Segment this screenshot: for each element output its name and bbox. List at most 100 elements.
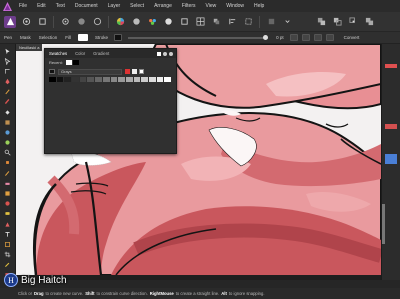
line-style-button[interactable] xyxy=(289,34,298,41)
transparency-tool-icon[interactable] xyxy=(3,117,13,127)
cap-style-button[interactable] xyxy=(301,34,310,41)
menu-text[interactable]: Text xyxy=(51,0,70,12)
recent-swatch[interactable] xyxy=(65,60,72,65)
node-tool-icon[interactable] xyxy=(3,56,13,66)
frame-text-icon[interactable] xyxy=(3,239,13,249)
gray-swatch[interactable] xyxy=(141,77,148,82)
fill-color-swatch[interactable] xyxy=(132,69,137,74)
none-swatch-icon[interactable] xyxy=(125,69,130,74)
erase-tool-icon[interactable] xyxy=(3,178,13,188)
app-logo-icon[interactable] xyxy=(0,0,14,12)
mode-mask-button[interactable]: Mask xyxy=(16,35,35,40)
gray-swatch[interactable] xyxy=(125,77,133,82)
menu-select[interactable]: Select xyxy=(125,0,149,12)
view-tool-icon[interactable] xyxy=(3,138,13,148)
fx-icon[interactable] xyxy=(162,16,174,28)
scrollbar[interactable] xyxy=(382,204,385,244)
color-wheel-icon[interactable] xyxy=(114,16,126,28)
view-mode-icon[interactable] xyxy=(91,16,103,28)
menu-help[interactable]: Help xyxy=(249,0,269,12)
menu-file[interactable]: File xyxy=(14,0,32,12)
arrange-icon[interactable] xyxy=(210,16,222,28)
grid-icon[interactable] xyxy=(194,16,206,28)
palette-icon[interactable] xyxy=(146,16,158,28)
tab-swatches[interactable]: Swatches xyxy=(45,51,71,56)
gray-swatch[interactable] xyxy=(110,77,118,82)
place-tool-icon[interactable] xyxy=(3,127,13,137)
main-toolbar xyxy=(0,12,400,32)
gray-swatch[interactable] xyxy=(95,77,102,82)
move-tool-icon[interactable] xyxy=(3,46,13,56)
view-toggle-icon[interactable] xyxy=(265,16,277,28)
selected-swatch[interactable] xyxy=(385,154,397,164)
gray-swatch[interactable] xyxy=(87,77,95,82)
fill-swatch[interactable] xyxy=(78,34,89,41)
pen-tool-icon[interactable] xyxy=(3,77,13,87)
join-style-button[interactable] xyxy=(313,34,322,41)
boolean-subtract-icon[interactable] xyxy=(331,16,343,28)
document-tab[interactable]: Neuillaski a xyxy=(16,44,43,51)
color-mode-icon[interactable] xyxy=(163,51,167,56)
status-key-rightmouse: RightMouse xyxy=(149,291,174,296)
text-tool-icon[interactable] xyxy=(3,229,13,239)
rectangle-tool-icon[interactable] xyxy=(3,188,13,198)
eyedropper-icon[interactable] xyxy=(157,51,161,56)
corner-tool-icon[interactable] xyxy=(3,66,13,76)
rounded-rect-icon[interactable] xyxy=(3,209,13,219)
eyedropper-icon[interactable] xyxy=(3,260,13,270)
layers-icon[interactable] xyxy=(178,16,190,28)
designer-persona-button[interactable] xyxy=(4,15,16,28)
gray-swatch[interactable] xyxy=(148,77,156,82)
menu-layer[interactable]: Layer xyxy=(103,0,126,12)
snap-button[interactable] xyxy=(325,34,334,41)
brush-color-icon[interactable] xyxy=(130,16,142,28)
boolean-add-icon[interactable] xyxy=(315,16,327,28)
boolean-intersect-icon[interactable] xyxy=(347,16,359,28)
align-icon[interactable] xyxy=(226,16,238,28)
menu-filters[interactable]: Filters xyxy=(177,0,201,12)
menu-edit[interactable]: Edit xyxy=(32,0,51,12)
convert-button[interactable]: Convert xyxy=(340,35,364,40)
menu-document[interactable]: Document xyxy=(70,0,103,12)
gray-swatch[interactable] xyxy=(56,77,64,82)
palette-select[interactable]: Grays xyxy=(58,68,122,75)
selection-button[interactable]: Selection xyxy=(35,35,62,40)
recent-swatch[interactable] xyxy=(72,60,79,65)
boolean-xor-icon[interactable] xyxy=(363,16,375,28)
stroke-swatch[interactable] xyxy=(114,34,123,41)
recent-label: Recent: xyxy=(49,60,63,65)
snapping-icon[interactable] xyxy=(75,16,87,28)
menu-arrange[interactable]: Arrange xyxy=(149,0,177,12)
chevron-down-icon[interactable] xyxy=(281,16,293,28)
gray-swatch[interactable] xyxy=(133,77,141,82)
vector-brush-icon[interactable] xyxy=(3,97,13,107)
stroke-width-slider[interactable] xyxy=(128,34,269,40)
tab-color[interactable]: Color xyxy=(71,51,89,56)
document-setup-icon[interactable] xyxy=(59,16,71,28)
stroke-width-value[interactable]: 0 pt xyxy=(272,35,288,40)
export-persona-button[interactable] xyxy=(36,16,48,28)
menu-view[interactable]: View xyxy=(201,0,222,12)
menu-window[interactable]: Window xyxy=(221,0,249,12)
gray-swatch[interactable] xyxy=(156,77,164,82)
panel-menu-icon[interactable] xyxy=(169,51,173,56)
pixel-tool-icon[interactable] xyxy=(3,158,13,168)
gray-swatch[interactable] xyxy=(118,77,125,82)
gray-swatch[interactable] xyxy=(72,77,79,82)
gray-swatch[interactable] xyxy=(164,77,171,82)
crop-tool-icon[interactable] xyxy=(3,249,13,259)
pencil-tool-icon[interactable] xyxy=(3,87,13,97)
triangle-tool-icon[interactable] xyxy=(3,219,13,229)
paint-brush-icon[interactable] xyxy=(3,168,13,178)
gray-swatch[interactable] xyxy=(64,77,72,82)
stroke-color-swatch[interactable] xyxy=(139,69,144,74)
fill-tool-icon[interactable] xyxy=(3,107,13,117)
gray-swatch[interactable] xyxy=(49,77,56,82)
pixel-persona-button[interactable] xyxy=(20,16,32,28)
gray-swatch[interactable] xyxy=(79,77,87,82)
ellipse-tool-icon[interactable] xyxy=(3,199,13,209)
zoom-tool-icon[interactable] xyxy=(3,148,13,158)
tab-gradient[interactable]: Gradient xyxy=(89,51,113,56)
gray-swatch[interactable] xyxy=(102,77,110,82)
transform-icon[interactable] xyxy=(242,16,254,28)
